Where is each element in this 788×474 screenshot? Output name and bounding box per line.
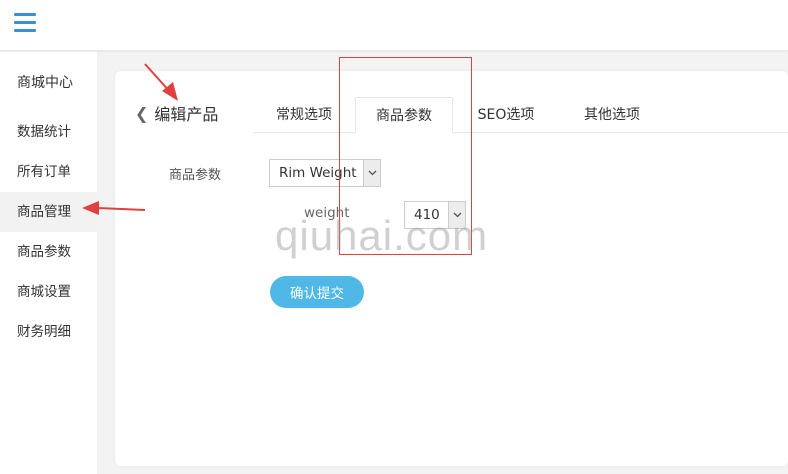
tab-general-options[interactable]: 常规选项 [260, 97, 348, 132]
param-field-label: 商品参数 [169, 168, 222, 183]
back-link[interactable]: ❮ 编辑产品 [135, 101, 218, 125]
sidebar-item-finance-details[interactable]: 财务明细 [0, 312, 97, 352]
tab-bar: 常规选项 商品参数 SEO选项 其他选项 [253, 97, 788, 133]
sidebar-item-store-settings[interactable]: 商城设置 [0, 272, 97, 312]
tab-product-params[interactable]: 商品参数 [355, 97, 453, 133]
sidebar-item-data-stats[interactable]: 数据统计 [0, 112, 97, 152]
weight-select-value: 410 [414, 207, 440, 223]
chevron-left-icon: ❮ [135, 103, 149, 123]
weight-select[interactable]: 410 [404, 201, 466, 229]
param-select-value: Rim Weight [279, 165, 357, 181]
chevron-down-icon [363, 160, 380, 186]
sidebar-item-all-orders[interactable]: 所有订单 [0, 152, 97, 192]
tab-other-options[interactable]: 其他选项 [563, 97, 661, 132]
confirm-submit-button[interactable]: 确认提交 [270, 276, 364, 308]
weight-label: weight [304, 205, 350, 221]
sidebar-title: 商城中心 [17, 75, 73, 91]
tab-seo-options[interactable]: SEO选项 [461, 97, 551, 132]
sidebar-item-product-management[interactable]: 商品管理 [0, 192, 97, 232]
hamburger-menu-icon[interactable] [14, 13, 36, 33]
chevron-down-icon [448, 202, 465, 228]
page-title: 编辑产品 [154, 105, 219, 124]
sidebar-item-product-params[interactable]: 商品参数 [0, 232, 97, 272]
sidebar: 商城中心 数据统计 所有订单 商品管理 商品参数 商城设置 财务明细 [0, 52, 97, 474]
param-select[interactable]: Rim Weight [269, 159, 381, 187]
top-bar [0, 0, 788, 50]
edit-product-panel: ❮ 编辑产品 常规选项 商品参数 SEO选项 其他选项 商品参数 Rim Wei… [115, 71, 788, 466]
